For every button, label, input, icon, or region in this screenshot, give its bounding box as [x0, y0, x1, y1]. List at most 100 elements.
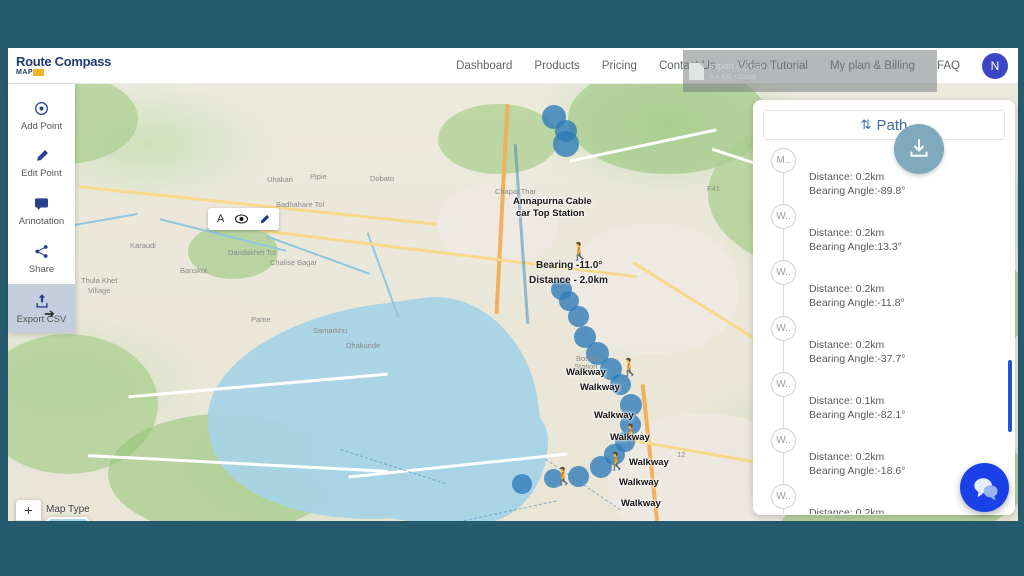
path-step-distance: Distance: 0.1km [809, 395, 885, 407]
path-step-bearing: Bearing Angle:-82.1° [809, 409, 906, 422]
path-step-distance: Distance: 0.2km [809, 227, 885, 239]
sidebar-label: Edit Point [21, 168, 62, 180]
path-timeline: M.. Distance: 0.2km Bearing Angle:-89.8° W.… [771, 148, 1015, 514]
pencil-icon [35, 149, 49, 163]
walker-icon: 🚶 [553, 467, 575, 486]
path-step-bearing: Bearing Angle:-89.8° [809, 185, 906, 198]
route-marker[interactable] [568, 306, 589, 327]
avatar[interactable]: N [982, 52, 1008, 79]
download-button[interactable] [894, 124, 944, 174]
path-panel-header[interactable]: ⇅ Path [763, 110, 1005, 140]
map-poi-label[interactable]: car Top Station [516, 208, 584, 219]
main-nav: Dashboard Products Pricing Contact Us Vi… [456, 52, 1018, 79]
nav-item-contact-us[interactable]: Contact Us [659, 60, 716, 72]
map-lake-secondary [308, 384, 548, 521]
nav-item-dashboard[interactable]: Dashboard [456, 60, 512, 72]
path-step[interactable]: M.. Distance: 0.2km Bearing Angle:-89.8° [771, 148, 1015, 204]
map-poi-label[interactable]: Annapurna Cable [513, 196, 592, 207]
path-step-node[interactable]: W.. [771, 428, 796, 453]
panel-scrollbar[interactable] [1008, 360, 1012, 432]
map-poi-label[interactable]: Walkway [580, 382, 620, 393]
path-step-connector [783, 341, 784, 372]
map-poi-label[interactable]: Walkway [621, 498, 661, 509]
map-place-label: Dhakunde [346, 341, 381, 350]
map-poi-label[interactable]: Walkway [619, 477, 659, 488]
path-step-node[interactable]: W.. [771, 204, 796, 229]
path-panel-body[interactable]: M.. Distance: 0.2km Bearing Angle:-89.8° W.… [753, 140, 1015, 514]
path-step-text: Distance: 0.2km Bearing Angle:13.3° [809, 204, 1015, 254]
nav-item-pricing[interactable]: Pricing [602, 60, 637, 72]
sidebar-item-share[interactable]: Share [8, 235, 75, 283]
visibility-eye-icon[interactable] [235, 214, 249, 224]
bearing-annotation-line1: Bearing -11.0° [536, 260, 603, 271]
map-poi-label[interactable]: Walkway [566, 367, 606, 378]
sidebar-label: Export CSV [16, 313, 67, 325]
sidebar-item-edit-point[interactable]: Edit Point [8, 140, 75, 187]
brand-subtitle: MAP.. [16, 69, 111, 76]
map-type-thumbnail[interactable] [46, 517, 90, 521]
brand-logo[interactable]: Route Compass MAP.. [16, 55, 111, 76]
map-place-label: Thula Khet [81, 276, 118, 285]
path-step[interactable]: W.. Distance: 0.2km Bearing Angle:-11.8° [771, 260, 1015, 316]
map-type-label: Map Type [46, 504, 90, 515]
map-place-label: Uhakari [267, 175, 293, 184]
chat-support-button[interactable] [960, 463, 1009, 512]
map-zoom-controls: + − ▲ [16, 500, 41, 521]
map-poi-label[interactable]: Walkway [629, 457, 669, 468]
nav-item-faq[interactable]: FAQ [937, 60, 960, 72]
map-place-label: Pame [251, 315, 271, 324]
path-step-bearing: Bearing Angle:-11.8° [809, 297, 905, 310]
path-step[interactable]: W.. Distance: 0.1km Bearing Angle:-82.1° [771, 372, 1015, 428]
sidebar-label: Annotation [18, 215, 65, 227]
path-step-node[interactable]: W.. [771, 372, 796, 397]
map-edit-toolbar: A [208, 208, 280, 230]
map-forest-patch [438, 104, 558, 174]
sidebar-item-annotation[interactable]: Annotation [8, 188, 75, 235]
path-step-bearing: Bearing Angle:13.3° [809, 241, 902, 254]
path-step-node[interactable]: W.. [771, 316, 796, 341]
path-step[interactable]: W.. Distance: 0.2km Bearing Angle:-37.7° [771, 316, 1015, 372]
path-step-node[interactable]: W.. [771, 484, 796, 509]
map-place-label: Banskot [180, 266, 208, 275]
bearing-annotation-line2: Distance - 2.0km [529, 275, 608, 286]
map-place-label: Samarkhu [313, 326, 348, 335]
share-icon [34, 244, 49, 259]
path-step-distance: Distance: 0.2km [809, 339, 885, 351]
nav-item-video-tutorial[interactable]: Video Tutorial [738, 60, 808, 72]
zoom-in-button[interactable]: + [16, 500, 41, 521]
map-place-label: Dobato [370, 174, 395, 183]
map-place-label: Dandakhet Tol [228, 248, 276, 257]
path-step-connector [783, 509, 784, 514]
route-marker[interactable] [553, 131, 579, 157]
map-poi-label[interactable]: Walkway [610, 432, 650, 443]
map-poi-label[interactable]: Walkway [594, 410, 634, 421]
brand-name: Route Compass [16, 54, 112, 69]
map-place-label: Village [88, 286, 111, 295]
route-marker[interactable] [512, 474, 532, 494]
path-step-distance: Distance: 0.2km [809, 283, 885, 295]
nav-item-my-plan-billing[interactable]: My plan & Billing [830, 60, 915, 72]
path-panel: ⇅ Path M.. Distance: 0.2km Bearing Angle:-… [753, 100, 1015, 515]
tool-sidebar: Add Point Edit Point Annotation Share Ex… [8, 84, 75, 334]
path-step[interactable]: W.. Distance: 0.2km Bearing Angle:13.3° [771, 204, 1015, 260]
target-icon [34, 101, 49, 116]
brand-accent-block: .. [33, 69, 44, 76]
chat-bubble-icon [973, 477, 998, 501]
map-place-label: Chalise Bagar [270, 258, 318, 267]
path-step-bearing: Bearing Angle:-37.7° [809, 353, 906, 366]
draw-pencil-icon[interactable] [259, 214, 270, 225]
path-step-node[interactable]: M.. [771, 148, 796, 173]
mouse-cursor-icon: ➔ [44, 305, 55, 321]
text-tool-icon[interactable]: A [217, 213, 224, 225]
map-poi-label[interactable]: Devisthan Mandir [591, 520, 670, 521]
nav-item-products[interactable]: Products [534, 60, 579, 72]
path-step-node[interactable]: W.. [771, 260, 796, 285]
sidebar-label: Add Point [20, 121, 63, 132]
sidebar-label: Share [28, 264, 55, 276]
sidebar-item-add-point[interactable]: Add Point [8, 92, 75, 140]
map-place-label: Karaudi [130, 241, 156, 250]
map-place-label: Chapai Thar [495, 187, 537, 196]
sidebar-item-export-csv[interactable]: Export CSV ➔ [8, 283, 75, 334]
brand-sub-text: MAP [16, 69, 34, 76]
path-step-text: Distance: 0.1km Bearing Angle:-82.1° [809, 372, 1015, 422]
